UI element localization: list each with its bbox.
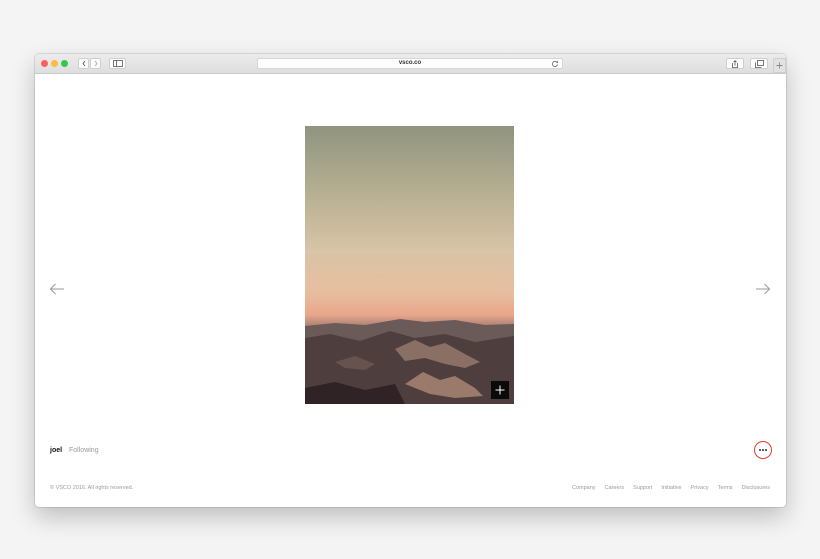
add-button[interactable]: [491, 381, 509, 399]
address-bar[interactable]: vsco.co: [257, 58, 563, 69]
footer-link-careers[interactable]: Careers: [605, 485, 625, 491]
forward-button[interactable]: [90, 58, 101, 69]
next-arrow-icon[interactable]: [755, 283, 771, 295]
tabs-icon: [754, 59, 764, 68]
url-text: vsco.co: [398, 60, 422, 66]
sidebar-toggle-button[interactable]: [109, 58, 126, 69]
footer-link-privacy[interactable]: Privacy: [691, 485, 709, 491]
chevron-left-icon: [81, 60, 85, 67]
browser-window: vsco.co joel Following © VSCO 2016. All …: [35, 54, 786, 507]
share-button[interactable]: [726, 58, 744, 69]
footer-link-terms[interactable]: Terms: [718, 485, 733, 491]
profile-info: joel Following: [50, 447, 99, 454]
footer-link-support[interactable]: Support: [633, 485, 652, 491]
chevron-right-icon: [94, 60, 98, 67]
footer-link-disclosures[interactable]: Disclosures: [742, 485, 770, 491]
footer-link-company[interactable]: Company: [572, 485, 596, 491]
close-window-button[interactable]: [41, 60, 48, 67]
plus-icon: [776, 62, 783, 69]
previous-arrow-icon[interactable]: [49, 283, 65, 295]
sidebar-icon: [112, 60, 123, 67]
minimize-window-button[interactable]: [51, 60, 58, 67]
share-icon: [732, 59, 738, 68]
new-tab-button[interactable]: [773, 58, 786, 73]
mountain-landscape-image: [305, 319, 514, 404]
zoom-window-button[interactable]: [61, 60, 68, 67]
footer-nav: Company Careers Support Initiative Priva…: [572, 485, 770, 491]
tabs-button[interactable]: [750, 58, 768, 69]
more-options-button[interactable]: [754, 441, 772, 459]
reload-icon[interactable]: [551, 60, 559, 68]
plus-icon: [495, 385, 505, 395]
profile-name-link[interactable]: joel: [50, 447, 62, 454]
ellipsis-icon: [759, 449, 761, 451]
follow-status-button[interactable]: Following: [69, 447, 99, 454]
photo[interactable]: [305, 126, 514, 404]
back-button[interactable]: [78, 58, 89, 69]
footer-link-initiative[interactable]: Initiative: [661, 485, 681, 491]
copyright-text: © VSCO 2016. All rights reserved.: [50, 485, 134, 491]
browser-toolbar: vsco.co: [35, 54, 786, 74]
